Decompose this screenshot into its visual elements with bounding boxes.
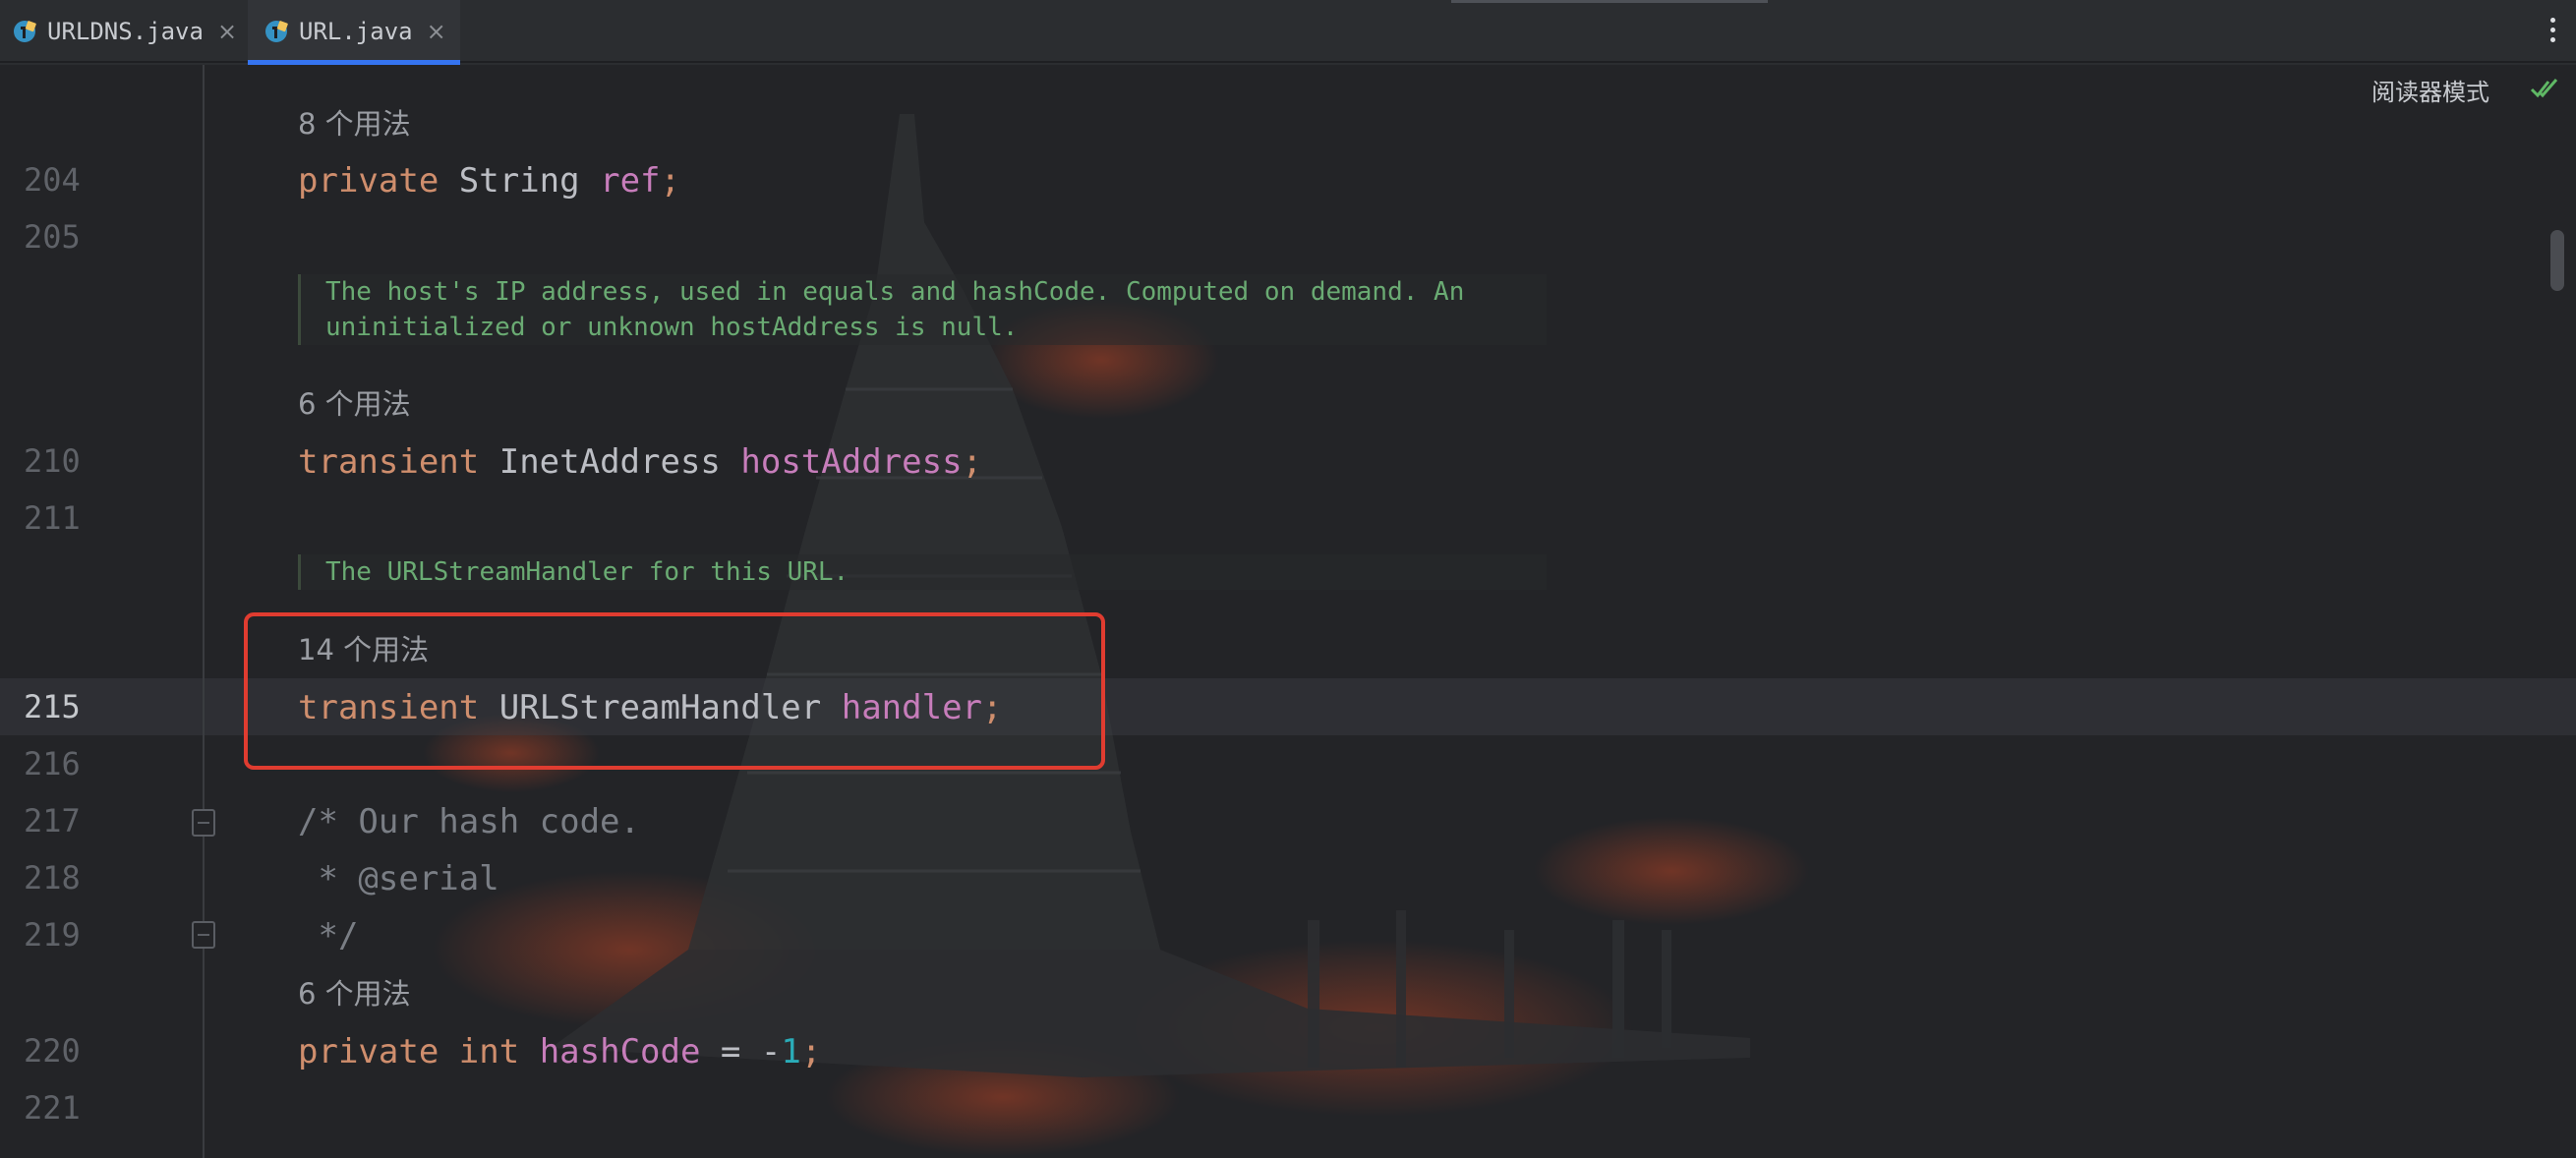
- usages-hint[interactable]: 6 个用法: [298, 976, 411, 1012]
- field-name: ref: [600, 161, 661, 201]
- doc-text: The host's IP address, used in equals an…: [325, 277, 1465, 307]
- type-name: InetAddress: [498, 442, 721, 482]
- code-line-204: private String ref;: [298, 160, 680, 202]
- doc-text: The URLStreamHandler for this URL.: [325, 557, 849, 587]
- code-line-210: transient InetAddress hostAddress;: [298, 441, 982, 483]
- block-comment-line: /* Our hash code.: [298, 802, 640, 841]
- line-number: 217: [24, 802, 81, 840]
- line-number: 216: [24, 745, 81, 782]
- tab-bar-scroll-indicator[interactable]: [1451, 0, 1768, 3]
- semicolon: ;: [800, 1032, 822, 1071]
- tab-urldns-java[interactable]: URLDNS.java ×: [12, 0, 244, 63]
- operator: = -: [700, 1032, 782, 1071]
- annotation-highlight-box: [244, 612, 1105, 770]
- line-number: 204: [24, 161, 81, 199]
- line-number: 211: [24, 499, 81, 537]
- keyword: private: [298, 1032, 439, 1071]
- fold-end-icon[interactable]: [192, 921, 215, 949]
- block-comment-line: */: [298, 916, 359, 955]
- usages-hint[interactable]: 6 个用法: [298, 386, 411, 422]
- field-name: hostAddress: [740, 442, 963, 482]
- tab-label: URL.java: [299, 18, 413, 45]
- semicolon: ;: [962, 442, 983, 482]
- semicolon: ;: [660, 161, 680, 201]
- java-class-icon: [14, 21, 36, 42]
- vertical-scrollbar-thumb[interactable]: [2550, 230, 2564, 291]
- keyword: int: [458, 1032, 520, 1071]
- fold-collapse-icon[interactable]: [192, 809, 215, 837]
- rendered-javadoc[interactable]: The URLStreamHandler for this URL.: [298, 554, 1547, 590]
- type-name: String: [458, 161, 580, 201]
- tab-label: URLDNS.java: [47, 18, 204, 45]
- line-number: 221: [24, 1089, 81, 1127]
- tab-url-java[interactable]: URL.java ×: [248, 0, 460, 65]
- line-number-current: 215: [24, 688, 81, 725]
- keyword: private: [298, 161, 439, 201]
- number-literal: 1: [781, 1032, 801, 1071]
- code-editor[interactable]: 204 205 210 211 215 216 217 218 219 220 …: [0, 65, 2576, 1158]
- gutter-separator: [203, 65, 205, 1158]
- keyword: transient: [298, 442, 480, 482]
- line-number: 205: [24, 218, 81, 256]
- more-options-icon[interactable]: [2548, 18, 2556, 45]
- editor-tab-bar: URLDNS.java × URL.java ×: [0, 0, 2576, 65]
- rendered-javadoc[interactable]: The host's IP address, used in equals an…: [298, 274, 1547, 345]
- line-number: 218: [24, 859, 81, 897]
- usages-hint[interactable]: 8 个用法: [298, 106, 411, 142]
- line-number: 220: [24, 1032, 81, 1070]
- field-name: hashCode: [539, 1032, 701, 1071]
- doc-text: uninitialized or unknown hostAddress is …: [325, 313, 1019, 342]
- block-comment-line: * @serial: [298, 859, 499, 898]
- reader-mode-button[interactable]: 阅读器模式: [2371, 73, 2489, 107]
- double-check-icon[interactable]: [2529, 73, 2560, 104]
- close-tab-icon[interactable]: ×: [217, 18, 237, 45]
- line-number: 219: [24, 916, 81, 954]
- code-line-220: private int hashCode = -1;: [298, 1031, 821, 1072]
- java-class-icon: [265, 21, 288, 42]
- close-tab-icon[interactable]: ×: [427, 18, 446, 45]
- line-number: 210: [24, 442, 81, 480]
